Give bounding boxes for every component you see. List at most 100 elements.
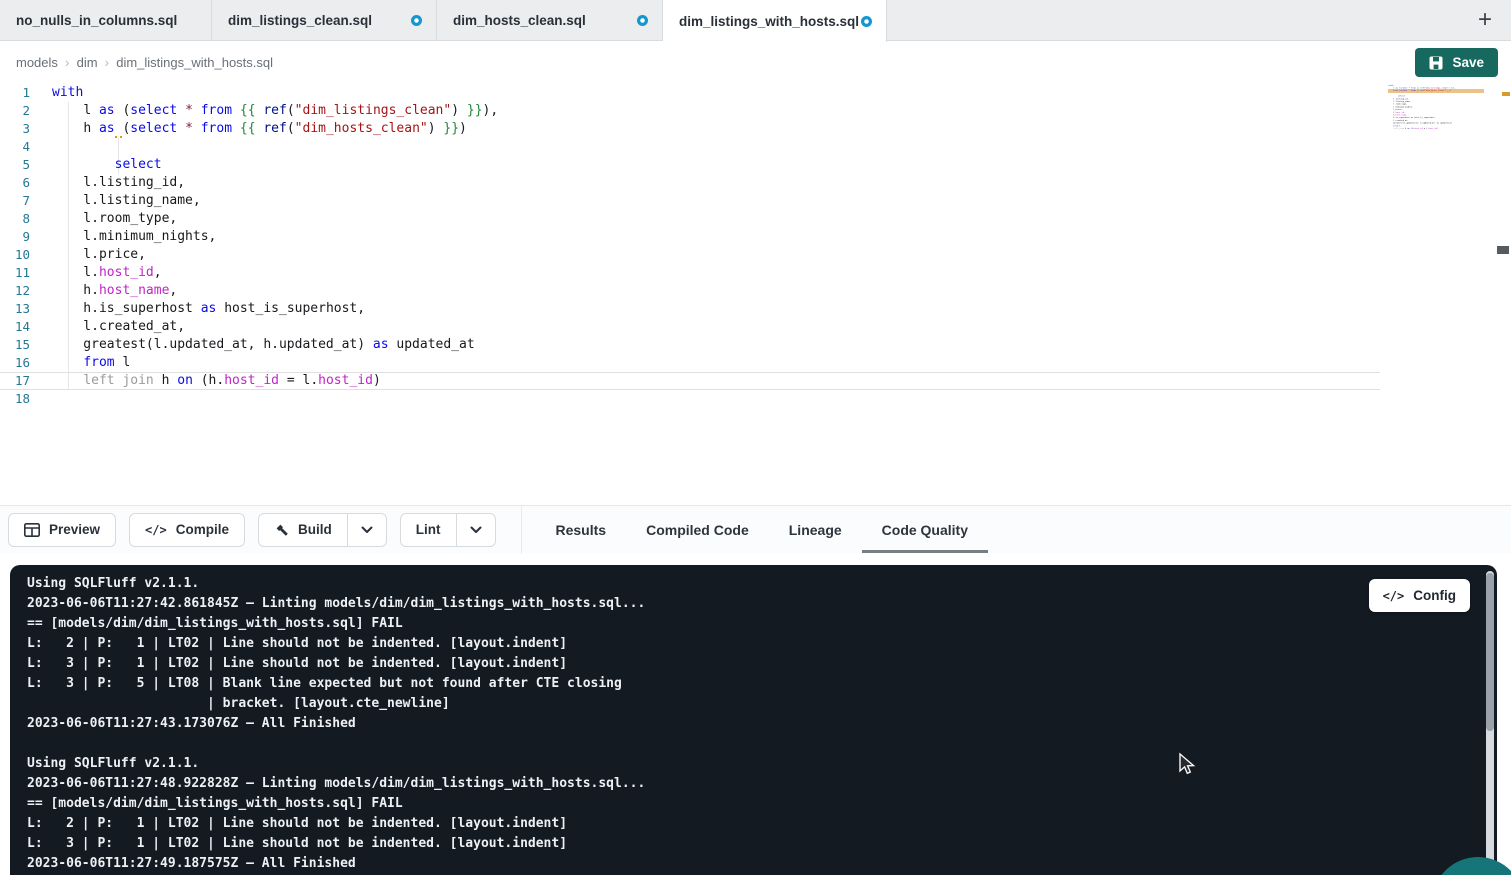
line-number: 12 xyxy=(0,282,30,300)
minimap-code: 1with2 l as (select * from {{ ref("dim_l… xyxy=(1388,84,1484,133)
line-number: 1 xyxy=(0,84,30,102)
file-tab-no-nulls-in-columns[interactable]: no_nulls_in_columns.sql xyxy=(0,0,212,40)
file-tab-dim-listings-with-hosts[interactable]: dim_listings_with_hosts.sql xyxy=(663,0,887,42)
dbt-cloud-ide: no_nulls_in_columns.sql dim_listings_cle… xyxy=(0,0,1511,875)
build-button[interactable]: Build xyxy=(259,514,347,546)
code-text: left join h on (h.host_id = l.host_id) xyxy=(30,373,381,389)
code-line[interactable]: 10 l.price, xyxy=(0,246,1380,264)
build-button-label: Build xyxy=(298,522,332,537)
terminal-line xyxy=(27,734,1497,754)
breadcrumb-item-dim[interactable]: dim xyxy=(77,55,98,70)
code-text: l.minimum_nights, xyxy=(30,228,216,246)
line-number: 10 xyxy=(0,246,30,264)
plus-icon: + xyxy=(1478,6,1492,34)
tab-results[interactable]: Results xyxy=(536,506,627,553)
code-content[interactable]: 1with2 l as (select * from {{ ref("dim_l… xyxy=(0,84,1380,408)
lint-button-group: Lint xyxy=(400,513,496,547)
line-number: 15 xyxy=(0,336,30,354)
code-text: greatest(l.updated_at, h.updated_at) as … xyxy=(30,336,475,354)
new-tab-button[interactable]: + xyxy=(1469,4,1501,36)
code-line[interactable]: 18 xyxy=(1388,130,1484,133)
file-tab-label: dim_hosts_clean.sql xyxy=(453,13,586,28)
code-line[interactable]: 12 h.host_name, xyxy=(0,282,1380,300)
code-line[interactable]: 1with xyxy=(0,84,1380,102)
code-line[interactable]: 8 l.room_type, xyxy=(0,210,1380,228)
code-line[interactable]: 13 h.is_superhost as host_is_superhost, xyxy=(0,300,1380,318)
terminal-line: 2023-06-06T11:27:48.922828Z — Linting mo… xyxy=(27,774,1497,794)
terminal-output: Using SQLFluff v2.1.1.2023-06-06T11:27:4… xyxy=(10,565,1497,874)
code-text: l.host_id, xyxy=(30,264,162,282)
code-line[interactable]: 14 l.created_at, xyxy=(0,318,1380,336)
lint-dropdown-button[interactable] xyxy=(456,514,495,546)
tab-compiled-code[interactable]: Compiled Code xyxy=(626,506,769,553)
code-line[interactable]: 18 xyxy=(0,390,1380,408)
code-text: l.room_type, xyxy=(30,210,177,228)
code-text: from l xyxy=(30,354,130,372)
terminal-line: 2023-06-06T11:27:43.173076Z — All Finish… xyxy=(27,714,1497,734)
code-line[interactable]: 4 xyxy=(0,138,1380,156)
overview-ruler-warning-marker xyxy=(1502,92,1510,96)
compile-button-label: Compile xyxy=(176,522,229,537)
code-line[interactable]: 2 l as (select * from {{ ref("dim_listin… xyxy=(0,102,1380,120)
minimap[interactable]: 1with2 l as (select * from {{ ref("dim_l… xyxy=(1388,84,1484,244)
build-button-group: Build xyxy=(258,513,387,547)
code-line[interactable]: 11 l.host_id, xyxy=(0,264,1380,282)
code-text: select xyxy=(30,156,162,174)
tab-label: Compiled Code xyxy=(646,522,749,538)
code-line[interactable]: 15 greatest(l.updated_at, h.updated_at) … xyxy=(0,336,1380,354)
toolbar-divider xyxy=(521,506,522,554)
lint-button[interactable]: Lint xyxy=(401,514,456,546)
file-tab-label: no_nulls_in_columns.sql xyxy=(16,13,177,28)
compile-button[interactable]: </> Compile xyxy=(129,513,245,547)
code-text: h as (select * from {{ ref("dim_hosts_cl… xyxy=(1388,89,1451,92)
save-button[interactable]: Save xyxy=(1415,48,1498,77)
tab-label: Results xyxy=(556,522,607,538)
code-line[interactable]: 6 l.listing_id, xyxy=(0,174,1380,192)
file-tab-dim-hosts-clean[interactable]: dim_hosts_clean.sql xyxy=(437,0,663,40)
code-line[interactable]: 3 h as (select * from {{ ref("dim_hosts_… xyxy=(0,120,1380,138)
terminal-line: 2023-06-06T11:27:49.187575Z — All Finish… xyxy=(27,854,1497,874)
breadcrumb-item-models[interactable]: models xyxy=(16,55,58,70)
line-number: 8 xyxy=(0,210,30,228)
code-line[interactable]: 17 left join h on (h.host_id = l.host_id… xyxy=(0,372,1380,390)
line-number: 17 xyxy=(0,373,30,389)
line-number: 18 xyxy=(0,390,30,408)
terminal-line: L: 3 | P: 1 | LT02 | Line should not be … xyxy=(27,654,1497,674)
terminal-line: | bracket. [layout.cte_newline] xyxy=(27,694,1497,714)
line-number: 13 xyxy=(0,300,30,318)
tab-code-quality[interactable]: Code Quality xyxy=(862,506,988,553)
modified-dot-icon xyxy=(411,15,422,26)
code-text: l.created_at, xyxy=(30,318,185,336)
code-editor[interactable]: 1with2 l as (select * from {{ ref("dim_l… xyxy=(0,84,1511,505)
terminal-line: == [models/dim/dim_listings_with_hosts.s… xyxy=(27,614,1497,634)
terminal-line: L: 3 | P: 1 | LT02 | Line should not be … xyxy=(27,834,1497,854)
floppy-disk-icon xyxy=(1429,56,1443,70)
code-icon: </> xyxy=(1383,589,1405,603)
code-line[interactable]: 5 select xyxy=(0,156,1380,174)
chevron-down-icon xyxy=(361,526,373,534)
tab-lineage[interactable]: Lineage xyxy=(769,506,862,553)
breadcrumb-item-file[interactable]: dim_listings_with_hosts.sql xyxy=(116,55,273,70)
terminal-scrollbar-thumb[interactable] xyxy=(1486,573,1494,731)
line-number: 16 xyxy=(0,354,30,372)
code-text: l as (select * from {{ ref("dim_listings… xyxy=(30,102,498,120)
code-line[interactable]: 16 from l xyxy=(0,354,1380,372)
file-tab-label: dim_listings_with_hosts.sql xyxy=(679,14,859,29)
line-number: 7 xyxy=(0,192,30,210)
code-text xyxy=(30,390,52,408)
preview-button[interactable]: Preview xyxy=(8,513,116,547)
code-line[interactable]: 7 l.listing_name, xyxy=(0,192,1380,210)
config-button[interactable]: </> Config xyxy=(1369,579,1470,612)
file-tab-bar: no_nulls_in_columns.sql dim_listings_cle… xyxy=(0,0,1511,41)
code-text xyxy=(1388,130,1389,133)
code-line[interactable]: 9 l.minimum_nights, xyxy=(0,228,1380,246)
preview-button-label: Preview xyxy=(49,522,100,537)
file-tab-dim-listings-clean[interactable]: dim_listings_clean.sql xyxy=(212,0,437,40)
code-text: h.is_superhost as host_is_superhost, xyxy=(30,300,365,318)
line-number: 5 xyxy=(0,156,30,174)
lint-button-label: Lint xyxy=(416,522,441,537)
code-text: h.host_name, xyxy=(30,282,177,300)
chevron-down-icon xyxy=(470,526,482,534)
lint-output-terminal: Using SQLFluff v2.1.1.2023-06-06T11:27:4… xyxy=(10,565,1497,875)
build-dropdown-button[interactable] xyxy=(347,514,386,546)
